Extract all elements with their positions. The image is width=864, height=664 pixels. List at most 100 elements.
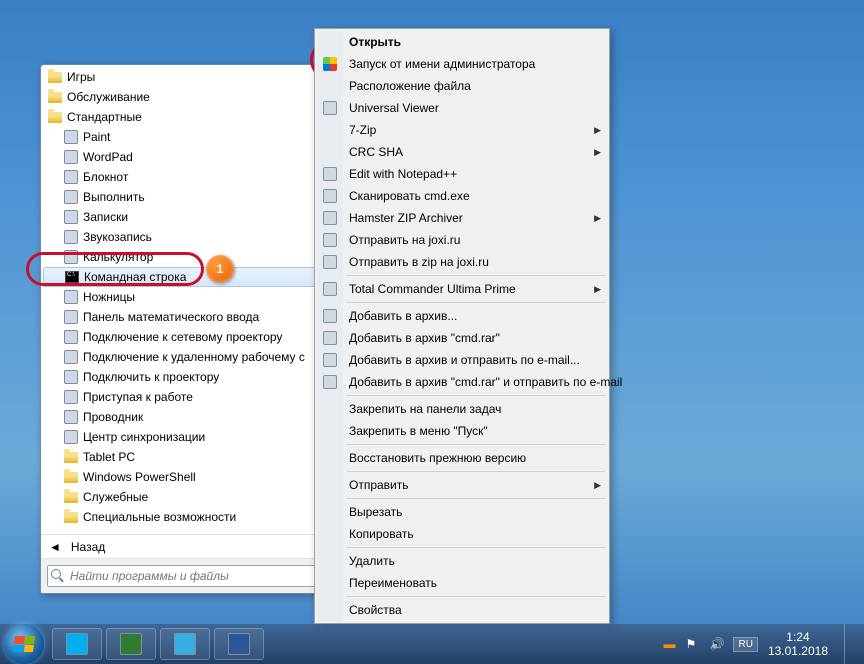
start-item-3[interactable]: Paint (43, 127, 327, 147)
start-item-14[interactable]: Подключение к удаленному рабочему с (43, 347, 327, 367)
context-menu-item-15[interactable]: Добавить в архив "cmd.rar" (317, 327, 607, 349)
context-menu-item-label: Отправить в zip на joxi.ru (349, 255, 489, 269)
context-menu-item-9[interactable]: Отправить на joxi.ru (317, 229, 607, 251)
context-menu-item-17[interactable]: Добавить в архив "cmd.rar" и отправить п… (317, 371, 607, 393)
app-icon (63, 369, 79, 385)
context-menu-item-20[interactable]: Закрепить в меню "Пуск" (317, 420, 607, 442)
app-icon (63, 349, 79, 365)
context-menu-item-32[interactable]: Свойства (317, 599, 607, 621)
start-item-label: Блокнот (83, 170, 128, 184)
app-icon (63, 129, 79, 145)
start-item-0[interactable]: Игры (43, 67, 327, 87)
start-item-2[interactable]: Стандартные (43, 107, 327, 127)
context-menu-item-26[interactable]: Вырезать (317, 501, 607, 523)
context-menu-item-label: Расположение файла (349, 79, 471, 93)
context-menu-item-4[interactable]: 7-Zip▶ (317, 119, 607, 141)
taskbar-app-word[interactable] (214, 628, 264, 660)
app-icon (322, 188, 338, 204)
taskbar-app-2[interactable] (106, 628, 156, 660)
context-menu-item-2[interactable]: Расположение файла (317, 75, 607, 97)
context-menu-item-0[interactable]: Открыть (317, 31, 607, 53)
context-menu-item-19[interactable]: Закрепить на панели задач (317, 398, 607, 420)
start-item-7[interactable]: Записки (43, 207, 327, 227)
context-menu-item-16[interactable]: Добавить в архив и отправить по e-mail..… (317, 349, 607, 371)
taskbar-app-skype[interactable] (52, 628, 102, 660)
tray-clock[interactable]: 1:24 13.01.2018 (768, 630, 828, 659)
start-item-5[interactable]: Блокнот (43, 167, 327, 187)
start-item-label: Калькулятор (83, 250, 153, 264)
app-icon (63, 229, 79, 245)
context-menu-item-8[interactable]: Hamster ZIP Archiver▶ (317, 207, 607, 229)
start-item-label: Панель математического ввода (83, 310, 259, 324)
context-menu-item-label: Вырезать (349, 505, 402, 519)
context-menu-item-label: Копировать (349, 527, 414, 541)
cmd-icon (64, 269, 80, 285)
shield-icon (322, 56, 338, 72)
start-item-label: Ножницы (83, 290, 135, 304)
context-menu-item-29[interactable]: Удалить (317, 550, 607, 572)
start-item-label: Служебные (83, 490, 148, 504)
start-item-22[interactable]: Специальные возможности (43, 507, 327, 527)
start-menu-back[interactable]: ◄ Назад (41, 534, 329, 558)
context-menu-item-label: Total Commander Ultima Prime (349, 282, 516, 296)
context-menu-item-7[interactable]: Сканировать cmd.exe (317, 185, 607, 207)
app-icon (63, 149, 79, 165)
tray-language[interactable]: RU (733, 637, 757, 652)
start-item-12[interactable]: Панель математического ввода (43, 307, 327, 327)
search-input[interactable] (47, 565, 323, 587)
context-menu-item-label: Открыть (349, 35, 401, 49)
context-menu-item-14[interactable]: Добавить в архив... (317, 305, 607, 327)
context-menu-item-5[interactable]: CRC SHA▶ (317, 141, 607, 163)
context-menu-item-label: Удалить (349, 554, 395, 568)
start-item-label: Стандартные (67, 110, 142, 124)
context-menu-item-12[interactable]: Total Commander Ultima Prime▶ (317, 278, 607, 300)
folder-icon (63, 469, 79, 485)
start-item-8[interactable]: Звукозапись (43, 227, 327, 247)
context-menu-item-label: Отправить на joxi.ru (349, 233, 460, 247)
start-item-9[interactable]: Калькулятор (43, 247, 327, 267)
start-item-20[interactable]: Windows PowerShell (43, 467, 327, 487)
start-item-4[interactable]: WordPad (43, 147, 327, 167)
context-menu-item-27[interactable]: Копировать (317, 523, 607, 545)
context-menu-item-label: Добавить в архив... (349, 309, 457, 323)
start-item-17[interactable]: Проводник (43, 407, 327, 427)
show-desktop-button[interactable] (844, 624, 854, 664)
app-icon (322, 374, 338, 390)
start-item-11[interactable]: Ножницы (43, 287, 327, 307)
app-icon (63, 429, 79, 445)
context-menu-item-10[interactable]: Отправить в zip на joxi.ru (317, 251, 607, 273)
start-item-label: Командная строка (84, 270, 186, 284)
tray-flag-icon[interactable]: ⚑ (685, 637, 699, 651)
back-arrow-icon: ◄ (49, 540, 61, 554)
start-item-1[interactable]: Обслуживание (43, 87, 327, 107)
start-item-16[interactable]: Приступая к работе (43, 387, 327, 407)
tray-volume-icon[interactable]: 🔊 (709, 637, 723, 651)
back-label: Назад (71, 540, 105, 554)
taskbar-app-telegram[interactable] (160, 628, 210, 660)
tray-notification-icon[interactable]: ▬ (663, 637, 675, 651)
start-item-6[interactable]: Выполнить (43, 187, 327, 207)
folder-icon (63, 509, 79, 525)
context-menu-item-3[interactable]: Universal Viewer (317, 97, 607, 119)
search-icon (51, 569, 65, 583)
app-icon (322, 100, 338, 116)
context-menu-item-22[interactable]: Восстановить прежнюю версию (317, 447, 607, 469)
start-item-19[interactable]: Tablet PC (43, 447, 327, 467)
start-item-15[interactable]: Подключить к проектору (43, 367, 327, 387)
context-menu-item-1[interactable]: Запуск от имени администратора (317, 53, 607, 75)
context-menu-item-24[interactable]: Отправить▶ (317, 474, 607, 496)
start-item-label: WordPad (83, 150, 133, 164)
start-item-21[interactable]: Служебные (43, 487, 327, 507)
annotation-badge-1: 1 (206, 255, 234, 283)
start-item-label: Paint (83, 130, 110, 144)
app-icon (63, 309, 79, 325)
context-menu-item-30[interactable]: Переименовать (317, 572, 607, 594)
context-menu-item-label: Закрепить в меню "Пуск" (349, 424, 488, 438)
app-icon (322, 352, 338, 368)
context-menu-item-6[interactable]: Edit with Notepad++ (317, 163, 607, 185)
start-item-10[interactable]: Командная строка (43, 267, 327, 287)
start-item-13[interactable]: Подключение к сетевому проектору (43, 327, 327, 347)
start-button[interactable] (4, 624, 44, 664)
start-item-label: Игры (67, 70, 95, 84)
start-item-18[interactable]: Центр синхронизации (43, 427, 327, 447)
